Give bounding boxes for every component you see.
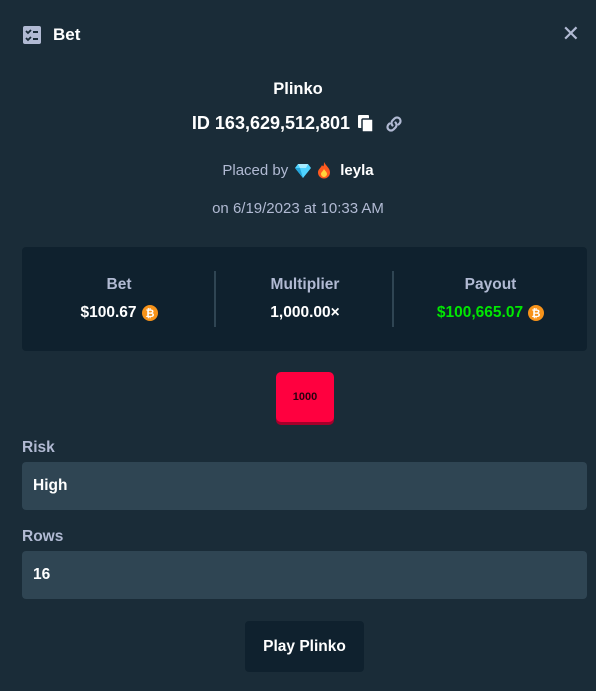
bitcoin-icon: ₿ [528,305,545,321]
result-multiplier-tile: 1000 [276,372,334,422]
rows-value: 16 [33,566,51,583]
stat-multiplier: Multiplier 1,000.00× [216,247,394,351]
svg-text:₿: ₿ [532,307,541,320]
game-name: Plinko [273,80,323,98]
stat-bet-value: $100.67 [80,304,137,321]
bet-slip-icon [22,25,42,45]
username-link[interactable]: leyla [340,162,373,179]
stat-payout-value: $100,665.07 [436,304,524,321]
modal-title: Bet [53,25,81,44]
link-icon[interactable] [384,114,404,134]
risk-value: High [33,477,68,494]
gem-icon [294,163,312,179]
bet-stats-panel: Bet $100.67 ₿ Multiplier 1,000.00× Payou… [22,247,587,351]
result-multiplier-label: 1000 [292,391,318,403]
stat-bet-label: Bet [106,276,132,293]
bet-id-row: ID 163,629,512,801 [0,113,596,134]
play-plinko-button[interactable]: Play Plinko [245,621,364,672]
risk-label: Risk [22,439,55,456]
stat-bet: Bet $100.67 ₿ [22,247,216,351]
modal-header: Bet ✕ [22,22,582,48]
rows-label: Rows [22,528,64,545]
bitcoin-icon: ₿ [141,305,158,321]
stat-payout-label: Payout [464,276,517,293]
stat-multiplier-label: Multiplier [270,276,340,293]
stat-payout: Payout $100,665.07 ₿ [394,247,587,351]
bet-id: ID 163,629,512,801 [191,113,351,133]
stat-multiplier-value: 1,000.00× [270,304,340,321]
close-icon[interactable]: ✕ [562,23,580,45]
rows-field[interactable]: 16 [22,551,587,599]
copy-icon[interactable] [358,114,374,133]
svg-text:₿: ₿ [145,307,154,320]
bet-date: on 6/19/2023 at 10:33 AM [212,200,384,217]
fire-icon [317,162,331,179]
placed-by-label: Placed by [222,162,289,179]
risk-field[interactable]: High [22,462,587,510]
placed-by-row: Placed by leyla [0,162,596,179]
